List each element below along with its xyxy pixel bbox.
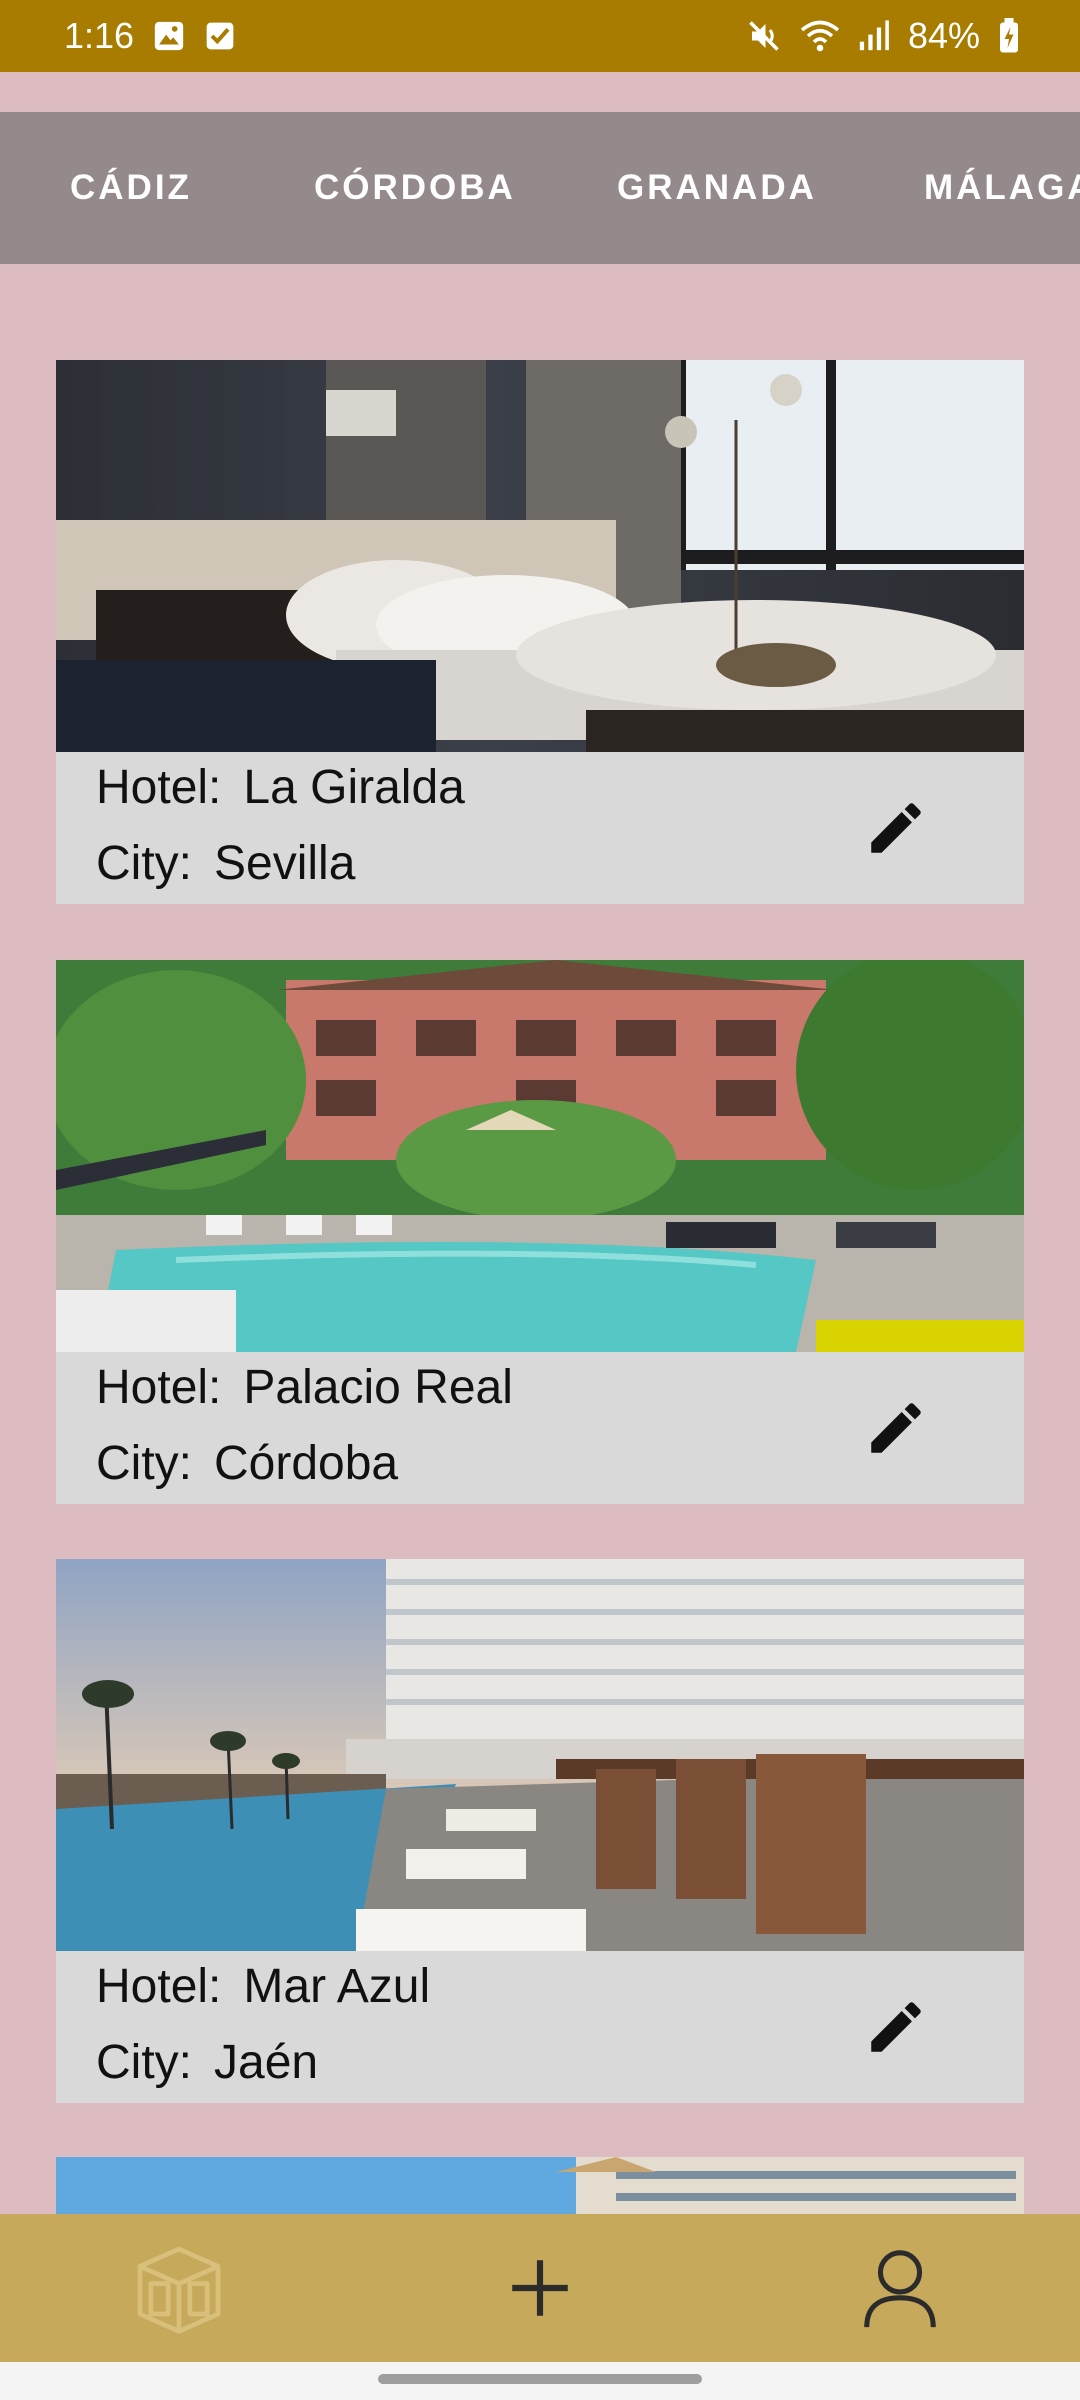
status-time: 1:16: [64, 15, 135, 56]
status-bar-right: 84%: [746, 15, 1020, 57]
tab-granada[interactable]: GRANADA: [617, 112, 817, 264]
wifi-icon: [800, 18, 840, 54]
resort-pool-photo: [56, 960, 1024, 1352]
hotel-name: Palacio Real: [243, 1361, 513, 1414]
nav-add-button[interactable]: [480, 2228, 600, 2348]
hotel-name: La Giralda: [243, 761, 465, 814]
status-bar-left: 1:16: [64, 15, 236, 57]
hotel-row: Hotel: Palacio Real: [96, 1360, 513, 1415]
bottom-navigation: [0, 2214, 1080, 2362]
home-gesture-handle[interactable]: [378, 2374, 702, 2384]
battery-percentage: 84%: [907, 15, 980, 56]
hotel-card[interactable]: [56, 2157, 1024, 2214]
city-name: Córdoba: [214, 1437, 399, 1490]
city-row: City: Sevilla: [96, 836, 355, 891]
signal-icon: [858, 19, 890, 53]
city-name: Sevilla: [214, 837, 356, 890]
battery-charging-icon: [998, 18, 1020, 54]
hotel-name: Mar Azul: [243, 1960, 431, 2013]
city-row: City: Córdoba: [96, 1436, 398, 1491]
edit-hotel-button[interactable]: [858, 790, 934, 866]
profile-icon: [864, 2250, 936, 2328]
nav-profile-button[interactable]: [840, 2228, 960, 2348]
edit-hotel-button[interactable]: [858, 1989, 934, 2065]
hotel-card[interactable]: Hotel: Palacio Real City: Córdoba: [56, 960, 1024, 1504]
hotel-bedroom-photo: [56, 360, 1024, 752]
city-tab-bar: CÁDIZ CÓRDOBA GRANADA MÁLAGA: [0, 112, 1080, 264]
tab-cadiz[interactable]: CÁDIZ: [70, 112, 192, 264]
pencil-icon: [871, 1403, 921, 1453]
hotels-icon: [137, 2246, 221, 2334]
tab-cordoba[interactable]: CÓRDOBA: [314, 112, 516, 264]
city-label: City:: [96, 2036, 192, 2089]
hotel-label: Hotel:: [96, 761, 222, 814]
hotel-row: Hotel: Mar Azul: [96, 1959, 430, 2014]
tab-malaga[interactable]: MÁLAGA: [924, 112, 1080, 264]
nav-hotels-button[interactable]: [119, 2228, 239, 2348]
status-bar: 1:16 84%: [0, 0, 1080, 72]
system-gesture-area: [0, 2362, 1080, 2400]
check-notification-icon: [204, 20, 236, 52]
city-row: City: Jaén: [96, 2035, 318, 2090]
hotel-photo: [56, 2157, 1024, 2214]
add-icon: [512, 2260, 568, 2316]
hotel-card[interactable]: Hotel: La Giralda City: Sevilla: [56, 360, 1024, 904]
pencil-icon: [871, 2002, 921, 2052]
pencil-icon: [871, 803, 921, 853]
city-label: City:: [96, 837, 192, 890]
edit-hotel-button[interactable]: [858, 1390, 934, 1466]
city-name: Jaén: [214, 2036, 319, 2089]
hotel-label: Hotel:: [96, 1960, 222, 2013]
hotel-row: Hotel: La Giralda: [96, 760, 465, 815]
image-notification-icon: [152, 19, 186, 53]
city-label: City:: [96, 1437, 192, 1490]
mute-icon: [746, 18, 782, 54]
hotel-label: Hotel:: [96, 1361, 222, 1414]
hotel-card[interactable]: Hotel: Mar Azul City: Jaén: [56, 1559, 1024, 2103]
beachfront-hotel-photo: [56, 1559, 1024, 1951]
